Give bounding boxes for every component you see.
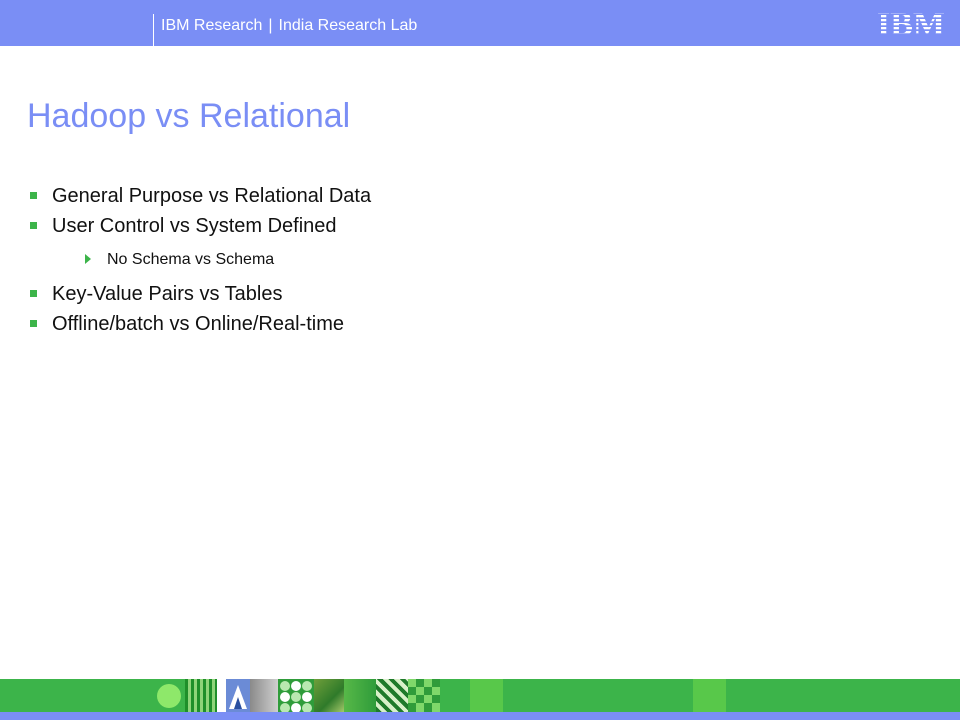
footer-tile [153, 679, 185, 712]
square-bullet-icon [30, 320, 37, 327]
bullet-text: User Control vs System Defined [52, 215, 337, 237]
slide-title: Hadoop vs Relational [27, 97, 351, 135]
footer-tile [217, 679, 226, 712]
square-bullet-icon [30, 222, 37, 229]
footer-tile [344, 679, 376, 712]
header-text: IBM Research | India Research Lab [161, 16, 417, 36]
bullet-item: User Control vs System Defined [30, 211, 371, 241]
header-bar: IBM Research | India Research Lab IBM [0, 0, 960, 46]
bullet-item: Offline/batch vs Online/Real-time [30, 309, 371, 339]
footer-tile [408, 679, 440, 712]
header-org: IBM Research [161, 17, 263, 34]
ibm-logo-text: IBM [877, 7, 945, 39]
square-bullet-icon [30, 290, 37, 297]
footer-base-bar [0, 712, 960, 720]
bullet-item: General Purpose vs Relational Data [30, 181, 371, 211]
footer-tile [250, 679, 278, 712]
sub-bullet-text: No Schema vs Schema [107, 251, 275, 268]
footer-tile [314, 679, 344, 712]
footer-tile [693, 679, 726, 712]
header-separator: | [268, 17, 273, 34]
bullet-item: Key-Value Pairs vs Tables [30, 279, 371, 309]
header-divider [153, 14, 154, 46]
bullet-text: General Purpose vs Relational Data [52, 185, 372, 207]
footer-decoration [0, 679, 960, 713]
triangle-bullet-icon [85, 254, 91, 264]
ibm-logo-icon: IBM [877, 7, 945, 39]
square-bullet-icon [30, 192, 37, 199]
footer-tile [376, 679, 408, 712]
header-lab: India Research Lab [278, 17, 418, 34]
footer-tile [185, 679, 217, 712]
bullet-text: Key-Value Pairs vs Tables [52, 283, 283, 305]
bullet-list: General Purpose vs Relational Data User … [30, 181, 371, 339]
footer-tile [470, 679, 503, 712]
footer-tile [226, 679, 250, 712]
footer-tile [278, 679, 314, 713]
bullet-text: Offline/batch vs Online/Real-time [52, 313, 344, 335]
sub-bullet-item: No Schema vs Schema [30, 241, 371, 279]
